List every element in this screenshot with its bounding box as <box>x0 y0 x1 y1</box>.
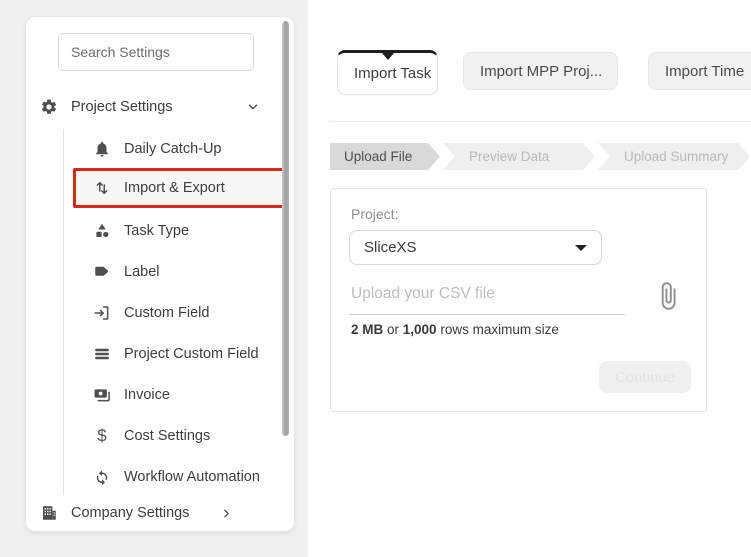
tab-label: Import MPP Proj... <box>480 63 602 80</box>
sidebar-item-daily-catch-up[interactable]: Daily Catch-Up <box>73 129 286 169</box>
sidebar-item-custom-field[interactable]: Custom Field <box>73 293 286 333</box>
input-arrow-icon <box>93 304 111 322</box>
sidebar-item-label: Workflow Automation <box>124 469 260 485</box>
upload-file-card: Project: SliceXS Upload your CSV file 2 … <box>330 188 707 412</box>
sidebar-item-invoice[interactable]: Invoice <box>73 375 286 415</box>
sidebar-item-project-settings[interactable]: Project Settings <box>40 87 260 127</box>
sidebar-item-company-settings[interactable]: Company Settings <box>40 493 260 533</box>
sync-icon <box>93 468 111 486</box>
sidebar-item-label-settings[interactable]: Label <box>73 252 286 292</box>
indent-guide <box>63 129 64 495</box>
sidebar-item-label: Project Settings <box>71 99 173 115</box>
import-export-icon <box>93 179 111 197</box>
tab-import-mpp-project[interactable]: Import MPP Proj... <box>463 52 618 90</box>
sidebar-item-label: Label <box>124 264 159 280</box>
csv-upload-input[interactable]: Upload your CSV file <box>349 285 625 315</box>
sidebar-item-project-custom-field[interactable]: Project Custom Field <box>73 334 286 374</box>
tab-import-time[interactable]: Import Time <box>648 52 751 90</box>
sidebar-item-label: Import & Export <box>124 180 225 196</box>
settings-sidebar-region: Project Settings Daily Catch-Up Import &… <box>0 0 308 557</box>
search-input[interactable] <box>58 33 254 71</box>
step-preview-data[interactable]: Preview Data <box>443 143 595 170</box>
chevron-right-icon <box>220 507 233 520</box>
project-select[interactable]: SliceXS <box>349 230 602 265</box>
tag-icon <box>93 263 111 281</box>
sidebar-item-cost-settings[interactable]: $ Cost Settings <box>73 416 286 456</box>
sidebar-item-import-export[interactable]: Import & Export <box>73 168 286 208</box>
sidebar-item-label: Custom Field <box>124 305 209 321</box>
tab-label: Import Time <box>665 63 744 80</box>
settings-panel: Project Settings Daily Catch-Up Import &… <box>25 16 295 532</box>
sidebar-item-label: Project Custom Field <box>124 346 259 362</box>
sidebar-item-workflow-automation[interactable]: Workflow Automation <box>73 457 286 497</box>
size-limit-rows: 1,000 <box>403 322 437 337</box>
tabs-divider <box>330 121 751 122</box>
size-limit-or: or <box>383 322 403 337</box>
caret-down-icon <box>575 245 587 251</box>
sidebar-scrollbar[interactable] <box>282 21 289 436</box>
upload-stepper: Upload File Preview Data Upload Summary <box>330 143 750 170</box>
chevron-down-icon <box>246 100 260 114</box>
project-field-label: Project: <box>351 206 398 222</box>
csv-upload-placeholder: Upload your CSV file <box>351 285 495 303</box>
continue-button[interactable]: Continue <box>599 361 691 393</box>
building-icon <box>40 504 58 522</box>
step-label: Upload File <box>344 149 412 164</box>
size-limit-rest: rows maximum size <box>437 322 559 337</box>
step-label: Preview Data <box>469 149 549 164</box>
sidebar-item-label: Company Settings <box>71 505 189 521</box>
project-select-value: SliceXS <box>364 239 417 256</box>
sidebar-item-label: Invoice <box>124 387 170 403</box>
step-upload-file[interactable]: Upload File <box>330 143 440 170</box>
tab-import-task[interactable]: Import Task <box>337 50 438 95</box>
sidebar-item-label: Cost Settings <box>124 428 210 444</box>
import-export-content: Import Task Import MPP Proj... Import Ti… <box>308 0 751 557</box>
list-icon <box>93 345 111 363</box>
size-limit-hint: 2 MB or 1,000 rows maximum size <box>351 322 559 337</box>
shapes-icon <box>93 222 111 240</box>
sidebar-item-label: Daily Catch-Up <box>124 141 222 157</box>
sidebar-item-label: Task Type <box>124 223 189 239</box>
tab-label: Import Task <box>354 65 431 82</box>
step-label: Upload Summary <box>624 149 728 164</box>
bell-icon <box>93 140 111 158</box>
size-limit-mb: 2 MB <box>351 322 383 337</box>
gear-icon <box>40 98 58 116</box>
step-upload-summary[interactable]: Upload Summary <box>598 143 750 170</box>
invoice-icon <box>93 386 111 404</box>
sidebar-item-task-type[interactable]: Task Type <box>73 211 286 251</box>
paperclip-icon[interactable] <box>653 281 683 311</box>
active-tab-marker-icon <box>382 53 394 60</box>
dollar-icon: $ <box>93 427 111 445</box>
